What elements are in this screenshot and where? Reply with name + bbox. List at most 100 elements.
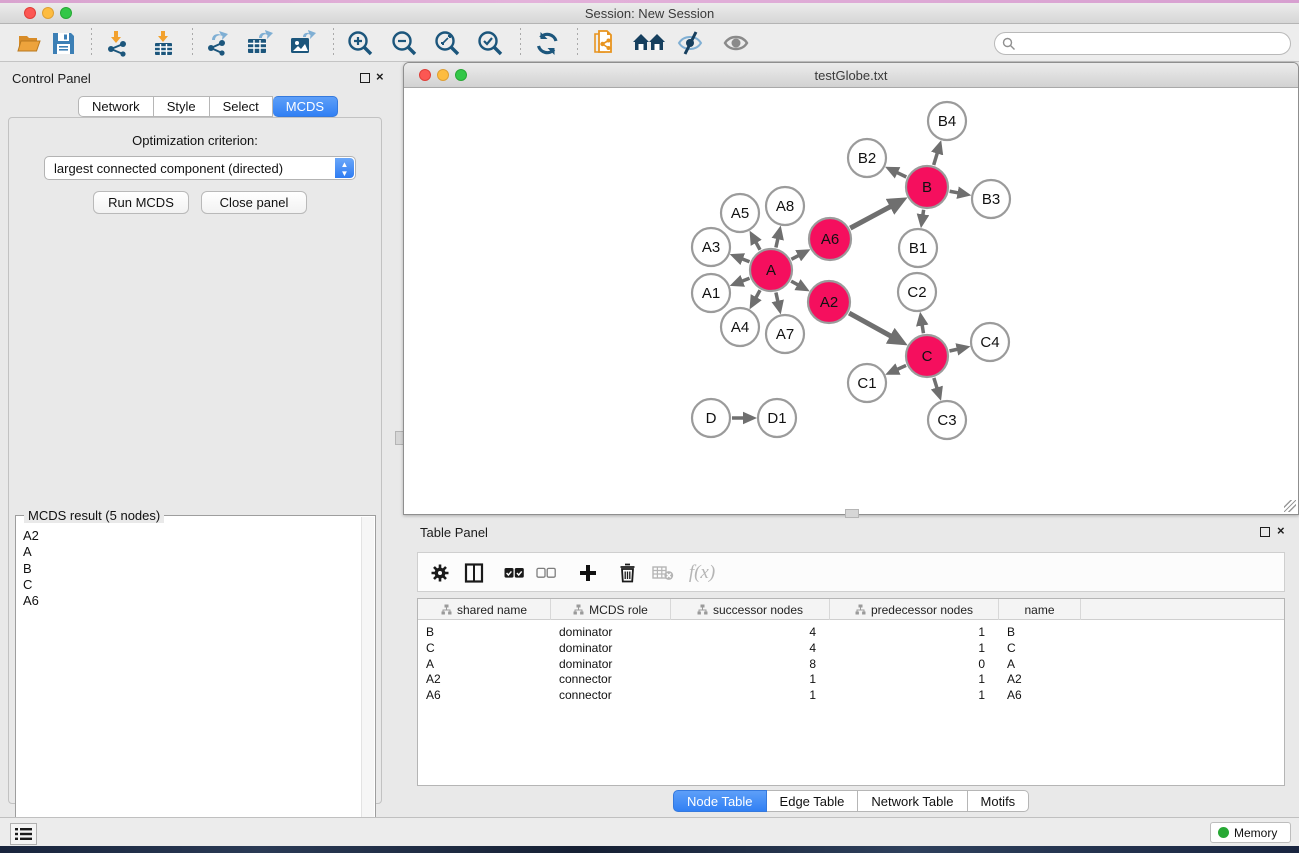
search-field[interactable] (994, 32, 1291, 55)
table-cell[interactable]: C (999, 640, 1081, 656)
graph-edge-C-C4[interactable] (949, 349, 958, 351)
tab-network[interactable]: Network (78, 96, 154, 117)
zoom-fit-button[interactable] (432, 28, 462, 58)
column-header-successor-nodes[interactable]: successor nodes (671, 599, 830, 620)
table-row[interactable]: A6connector11A6 (418, 687, 1284, 703)
graph-edge-C-C3[interactable] (934, 378, 938, 389)
export-network-button[interactable] (202, 28, 232, 58)
show-eye-button[interactable] (721, 28, 751, 58)
table-row[interactable]: Adominator80A (418, 656, 1284, 672)
table-cell[interactable]: connector (551, 671, 671, 687)
column-header-shared-name[interactable]: shared name (418, 599, 551, 620)
graph-edge-A2-C[interactable] (849, 313, 892, 337)
table-close-panel-icon[interactable]: × (1277, 526, 1285, 536)
table-cell[interactable]: A2 (999, 671, 1081, 687)
table-cell[interactable]: B (418, 624, 551, 640)
mcds-result-item[interactable]: C (23, 577, 39, 593)
zoom-in-button[interactable] (345, 28, 375, 58)
table-cell[interactable]: 4 (671, 624, 830, 640)
table-cell[interactable]: 1 (830, 671, 999, 687)
network-window-titlebar[interactable]: testGlobe.txt (404, 63, 1298, 88)
horizontal-split-grip[interactable] (845, 509, 859, 518)
graph-edge-A-A6[interactable] (791, 255, 799, 259)
table-float-panel-icon[interactable] (1260, 527, 1270, 537)
graph-edge-A-A8[interactable] (776, 238, 778, 248)
refresh-layout-button[interactable] (532, 28, 562, 58)
graph-edge-A-A2[interactable] (791, 281, 799, 285)
open-file-button[interactable] (14, 28, 44, 58)
close-panel-button[interactable]: Close panel (201, 191, 307, 214)
table-cell[interactable]: A6 (999, 687, 1081, 703)
table-settings-button[interactable] (428, 561, 452, 585)
mcds-scrollbar[interactable] (361, 517, 374, 851)
table-cell[interactable]: C (418, 640, 551, 656)
graph-edge-B-B3[interactable] (950, 191, 960, 193)
tab-select[interactable]: Select (210, 96, 273, 117)
network-graph[interactable]: B4B2BB3A8A5A6A3B1AA1C2A2A4A7C4CC1C3DD1 (405, 88, 1298, 514)
graph-edge-B-B4[interactable] (934, 152, 938, 165)
tab-node-table[interactable]: Node Table (673, 790, 767, 812)
home-sites-button[interactable] (630, 28, 668, 58)
mcds-result-item[interactable]: A2 (23, 528, 39, 544)
run-mcds-button[interactable]: Run MCDS (93, 191, 189, 214)
memory-button[interactable]: Memory (1210, 822, 1291, 843)
table-row[interactable]: A2connector11A2 (418, 671, 1284, 687)
table-cell[interactable]: 1 (830, 624, 999, 640)
column-header-name[interactable]: name (999, 599, 1081, 620)
table-cell[interactable]: dominator (551, 624, 671, 640)
graph-edge-A-A5[interactable] (755, 241, 760, 249)
network-canvas[interactable]: B4B2BB3A8A5A6A3B1AA1C2A2A4A7C4CC1C3DD1 (405, 88, 1298, 514)
select-all-button[interactable] (502, 561, 526, 585)
search-input[interactable] (1021, 35, 1281, 52)
graph-edge-A6-B[interactable] (850, 206, 892, 228)
mcds-result-item[interactable]: B (23, 561, 39, 577)
tab-motifs[interactable]: Motifs (968, 790, 1030, 812)
table-cell[interactable]: A (418, 656, 551, 672)
export-table-button[interactable] (244, 28, 274, 58)
delete-column-button[interactable] (615, 561, 639, 585)
mcds-result-item[interactable]: A (23, 544, 39, 560)
column-header-MCDS-role[interactable]: MCDS role (551, 599, 671, 620)
import-network-button[interactable] (102, 28, 132, 58)
table-cell[interactable]: connector (551, 687, 671, 703)
table-cell[interactable]: 1 (671, 687, 830, 703)
table-cell[interactable]: dominator (551, 640, 671, 656)
export-image-button[interactable] (287, 28, 317, 58)
table-cell[interactable]: 4 (671, 640, 830, 656)
window-resize-grip[interactable] (1284, 500, 1296, 512)
zoom-selected-button[interactable] (475, 28, 505, 58)
column-header-predecessor-nodes[interactable]: predecessor nodes (830, 599, 999, 620)
graph-edge-B-B1[interactable] (923, 210, 924, 216)
table-cell[interactable]: dominator (551, 656, 671, 672)
float-panel-icon[interactable] (360, 73, 370, 83)
hide-selected-button[interactable] (675, 28, 705, 58)
table-cell[interactable]: 1 (830, 687, 999, 703)
table-cell[interactable]: 1 (671, 671, 830, 687)
save-session-button[interactable] (48, 28, 78, 58)
mcds-result-item[interactable]: A6 (23, 593, 39, 609)
graph-edge-A-A4[interactable] (755, 290, 760, 298)
table-cell[interactable]: A (999, 656, 1081, 672)
criterion-select[interactable]: largest connected component (directed) ▲… (44, 156, 356, 180)
task-history-button[interactable] (10, 823, 37, 845)
table-row[interactable]: Bdominator41B (418, 624, 1284, 640)
table-cell[interactable]: 0 (830, 656, 999, 672)
graph-edge-B-B2[interactable] (896, 172, 906, 177)
graph-edge-A-A7[interactable] (776, 292, 778, 302)
table-cell[interactable]: 1 (830, 640, 999, 656)
graph-edge-C-C2[interactable] (922, 324, 923, 333)
table-cell[interactable]: B (999, 624, 1081, 640)
deselect-all-button[interactable] (534, 561, 558, 585)
tab-network-table[interactable]: Network Table (858, 790, 967, 812)
table-cell[interactable]: A2 (418, 671, 551, 687)
table-row[interactable]: Cdominator41C (418, 640, 1284, 656)
table-cell[interactable]: 8 (671, 656, 830, 672)
show-columns-button[interactable] (462, 561, 486, 585)
graph-edge-C-C1[interactable] (896, 365, 906, 369)
graph-edge-A-A3[interactable] (741, 259, 749, 262)
tab-style[interactable]: Style (154, 96, 210, 117)
close-panel-icon[interactable]: × (376, 72, 384, 82)
table-cell[interactable]: A6 (418, 687, 551, 703)
tab-edge-table[interactable]: Edge Table (767, 790, 859, 812)
new-network-from-selection-button[interactable] (590, 28, 620, 58)
